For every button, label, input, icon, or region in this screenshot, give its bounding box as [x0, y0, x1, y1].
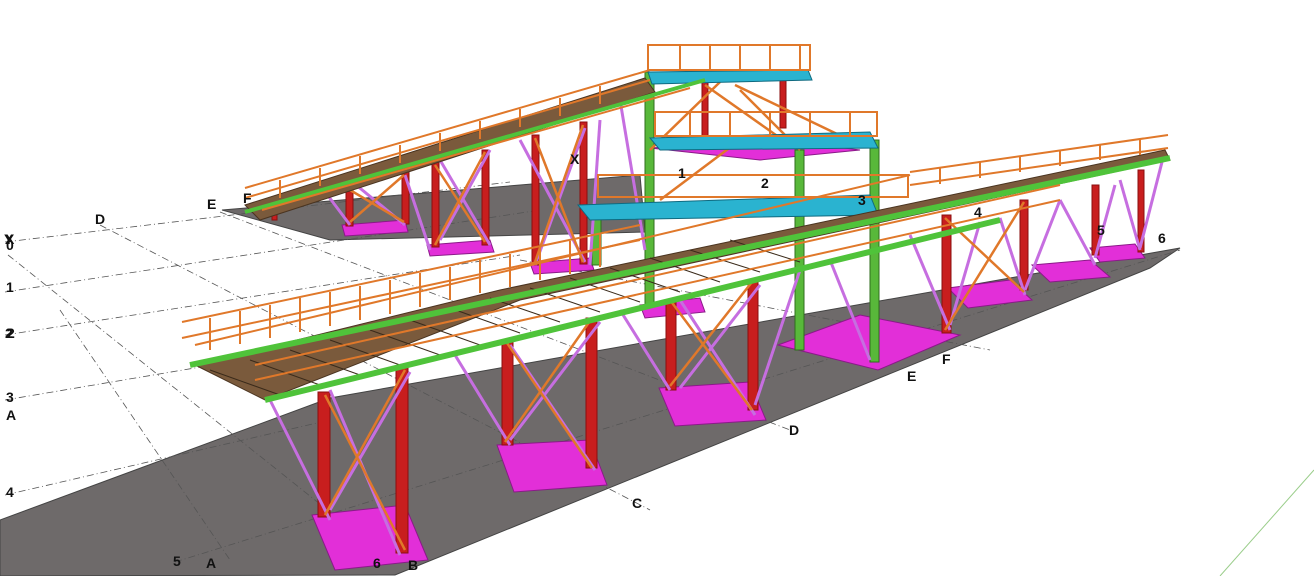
- guide-line: [1219, 469, 1314, 576]
- grid-label-left-1: 1: [6, 279, 14, 295]
- grid-label-left-4: 4: [6, 484, 14, 500]
- grid-label-bottom-b: B: [408, 557, 418, 573]
- grid-label-right-4: 4: [974, 204, 982, 220]
- grid-label-left-0: 0: [6, 237, 14, 253]
- grid-label-bottom-a: A: [206, 555, 216, 571]
- grid-label-right-e: E: [907, 368, 916, 384]
- grid-label-far-d: D: [95, 211, 105, 227]
- grid-label-left-2b: 2: [7, 325, 15, 341]
- grid-label-tower-1: 1: [678, 165, 686, 181]
- grid-label-left-5: 5: [173, 553, 181, 569]
- grid-label-tower-3: 3: [858, 192, 866, 208]
- grid-label-tower-2: 2: [761, 175, 769, 191]
- structural-3d-viewport[interactable]: Y X 0 1 2 2 3 A 4 5 A 6 B C D E F D E F …: [0, 0, 1314, 576]
- grid-label-far-e: E: [207, 196, 216, 212]
- grid-label-far-f: F: [243, 190, 252, 206]
- grid-label-left-6: 6: [373, 555, 381, 571]
- grid-label-right-6: 6: [1158, 230, 1166, 246]
- grid-label-right-5: 5: [1097, 222, 1105, 238]
- grid-label-right-d: D: [789, 422, 799, 438]
- grid-label-upper-x: X: [570, 151, 580, 167]
- grid-label-left-3: 3: [6, 389, 14, 405]
- grid-label-right-c: C: [632, 495, 642, 511]
- grid-label-right-f: F: [942, 351, 951, 367]
- grid-label-left-a: A: [6, 407, 16, 423]
